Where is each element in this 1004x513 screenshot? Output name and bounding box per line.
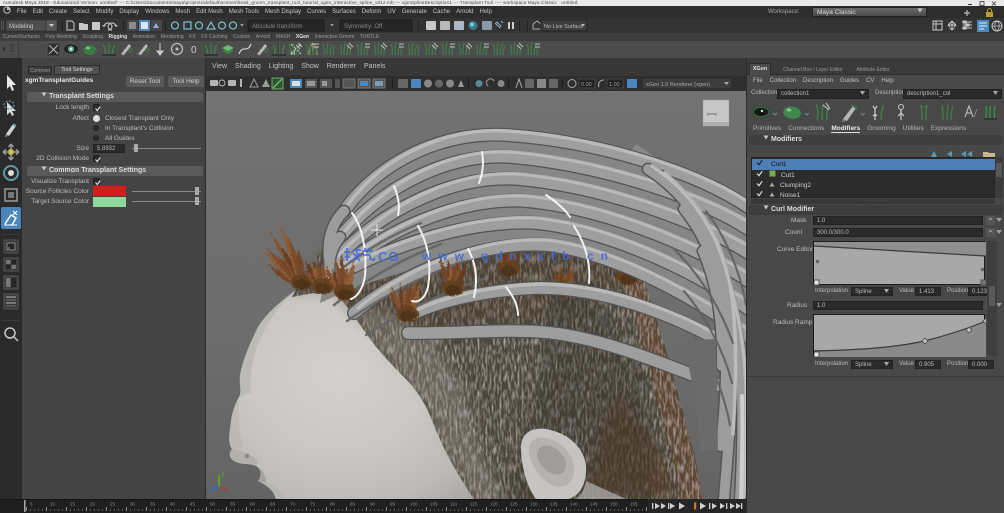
svg-text:60: 60 (250, 502, 256, 507)
svg-text:70: 70 (290, 502, 296, 507)
svg-text:150: 150 (610, 502, 618, 507)
svg-text:130: 130 (530, 502, 538, 507)
svg-text:20: 20 (90, 502, 96, 507)
svg-text:80: 80 (330, 502, 336, 507)
svg-text:10: 10 (50, 502, 56, 507)
svg-text:95: 95 (390, 502, 396, 507)
svg-text:Modeling: Modeling (9, 24, 33, 30)
svg-text:45: 45 (190, 502, 196, 507)
svg-text:135: 135 (550, 502, 558, 507)
svg-text:105: 105 (430, 502, 438, 507)
svg-text:50: 50 (210, 502, 216, 507)
svg-text:www.qdnxxfb.cn: www.qdnxxfb.cn (421, 249, 615, 263)
svg-text:No Live Surface: No Live Surface (544, 24, 583, 30)
svg-text:15: 15 (70, 502, 76, 507)
svg-text:65: 65 (270, 502, 276, 507)
svg-text:100: 100 (410, 502, 418, 507)
svg-text:1.00: 1.00 (609, 82, 620, 88)
svg-text:155: 155 (630, 502, 638, 507)
svg-text:35: 35 (150, 502, 156, 507)
svg-text:115: 115 (470, 502, 478, 507)
svg-text:110: 110 (450, 502, 458, 507)
svg-text:30: 30 (130, 502, 136, 507)
svg-text:0.00: 0.00 (581, 82, 592, 88)
svg-text:145: 145 (590, 502, 598, 507)
svg-text:CG: CG (378, 249, 400, 264)
svg-text:xGen 1.0 Renderer (xgen): xGen 1.0 Renderer (xgen) (646, 82, 710, 88)
svg-text:140: 140 (570, 502, 578, 507)
svg-text:persp: persp (707, 111, 718, 116)
svg-text:55: 55 (230, 502, 236, 507)
svg-text:85: 85 (350, 502, 356, 507)
svg-text:90: 90 (370, 502, 376, 507)
svg-text:Symmetry: Off: Symmetry: Off (344, 24, 383, 30)
svg-text:0: 0 (191, 45, 197, 56)
svg-text:75: 75 (310, 502, 316, 507)
svg-text:Absolute transform: Absolute transform (252, 24, 302, 30)
svg-text:25: 25 (110, 502, 116, 507)
svg-text:125: 125 (510, 502, 518, 507)
svg-text:120: 120 (490, 502, 498, 507)
svg-text:40: 40 (170, 502, 176, 507)
svg-text:y: y (221, 472, 224, 478)
